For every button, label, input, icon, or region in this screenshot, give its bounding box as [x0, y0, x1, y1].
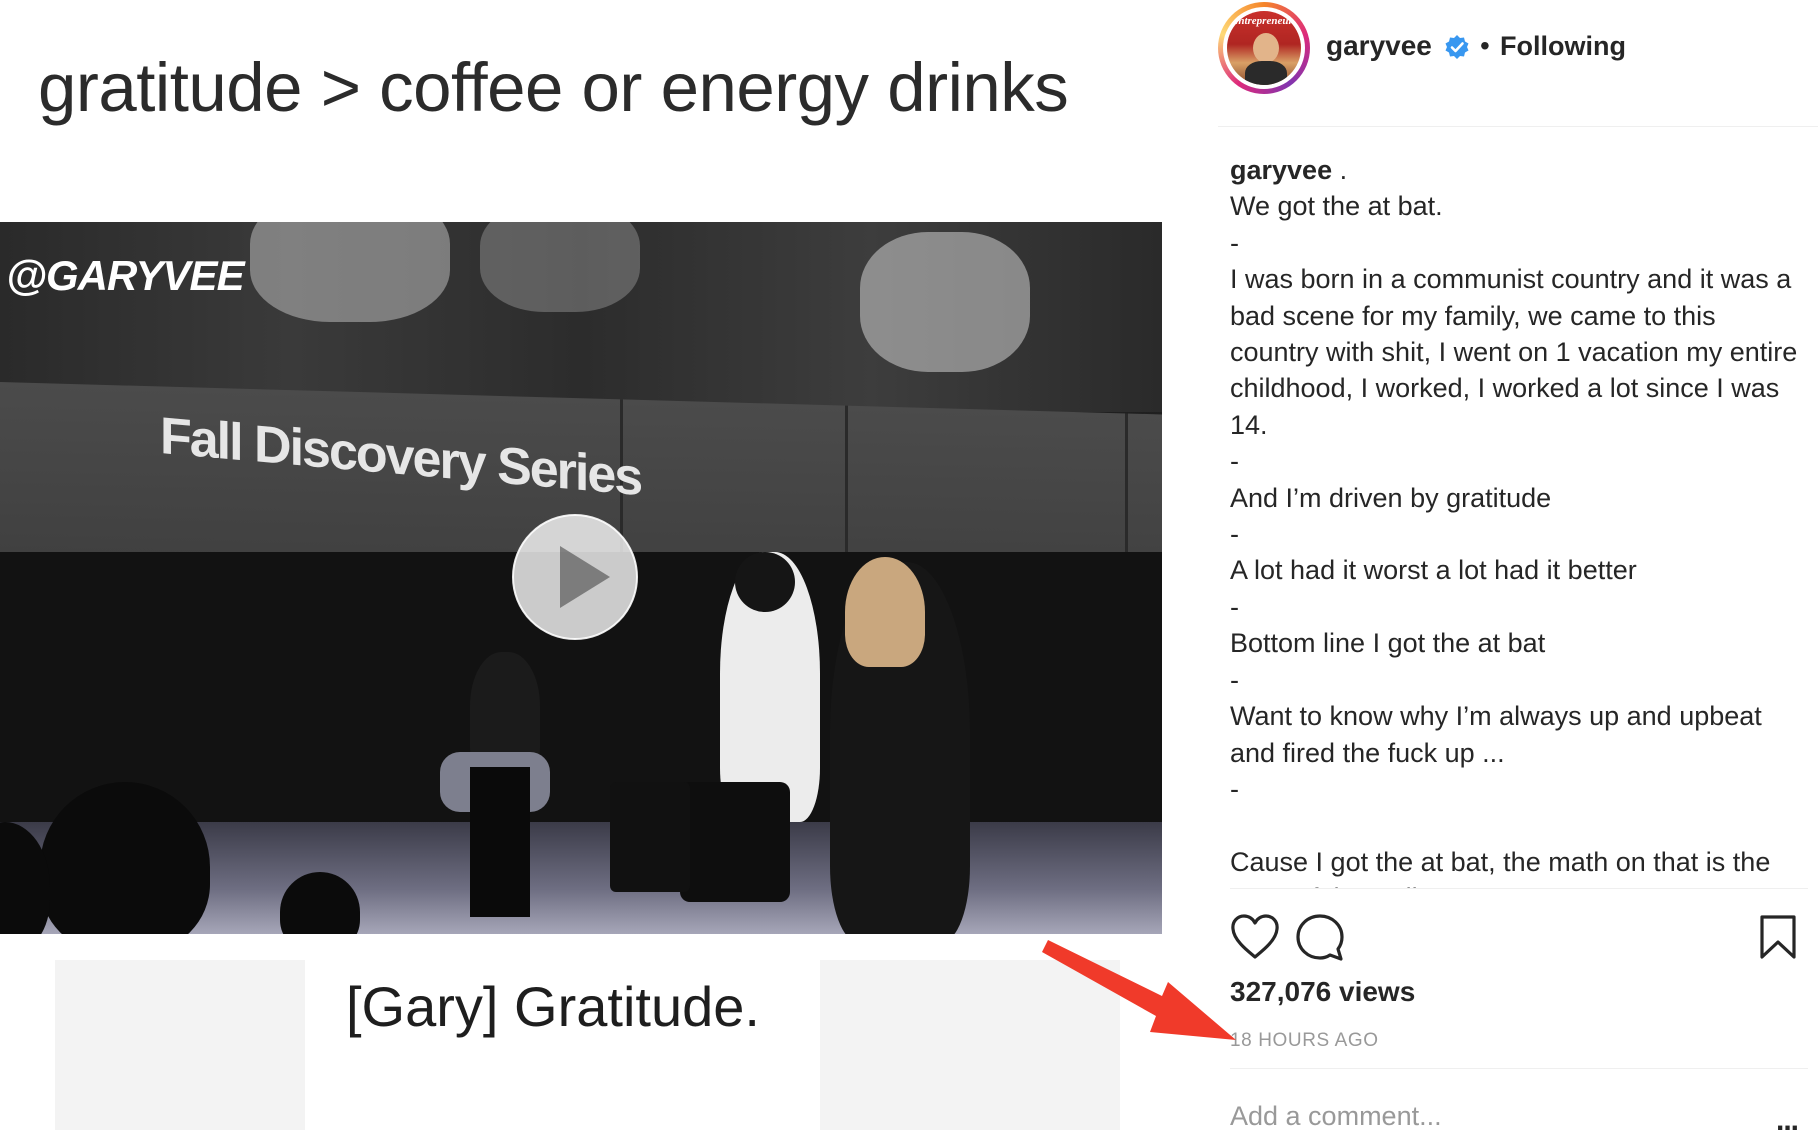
divider: [1230, 1068, 1808, 1069]
divider: [1230, 888, 1808, 889]
moderator-legs: [680, 782, 790, 902]
guest-hair: [845, 557, 925, 667]
header-separator: •: [1480, 30, 1490, 61]
stage-chair: [470, 767, 530, 917]
video-watermark: @GARYVEE: [6, 252, 245, 299]
caption-line: -: [1230, 591, 1239, 622]
moderator-head: [735, 552, 795, 612]
backdrop-figure: [250, 222, 450, 322]
caption-line: And I’m driven by gratitude: [1230, 482, 1552, 513]
avatar[interactable]: Entrepreneur: [1218, 2, 1310, 94]
caption-line: Bottom line I got the at bat: [1230, 628, 1546, 659]
caption-line: -: [1230, 446, 1239, 477]
post-header: Entrepreneur garyvee • Following: [1218, 0, 1818, 127]
bookmark-icon[interactable]: [1758, 914, 1798, 960]
comment-bubble-icon[interactable]: [1296, 914, 1344, 962]
caption-line: -: [1230, 519, 1239, 550]
side-table: [610, 782, 690, 892]
avatar-image: Entrepreneur: [1227, 11, 1301, 85]
backdrop-hand: [860, 232, 1030, 372]
post-details-panel: Entrepreneur garyvee • Following garyvee…: [1210, 0, 1820, 1138]
media-title-text: gratitude > coffee or energy drinks: [38, 49, 1069, 126]
caption-line: Want to know why I’m always up and upbea…: [1230, 701, 1770, 768]
caption-line: -: [1230, 227, 1239, 258]
backdrop-screen: [0, 222, 1162, 412]
header-username-link[interactable]: garyvee: [1326, 30, 1432, 62]
post-caption: garyvee . We got the at bat. - I was bor…: [1230, 152, 1806, 888]
view-count[interactable]: 327,076 views: [1230, 976, 1415, 1008]
caption-username-link[interactable]: garyvee: [1230, 155, 1332, 185]
caption-line: -: [1230, 664, 1239, 695]
faded-background-graphic: [55, 960, 305, 1130]
media-caption-text: [Gary] Gratitude.: [346, 975, 760, 1038]
caption-line: We got the at bat.: [1230, 191, 1443, 222]
caption-line: A lot had it worst a lot had it better: [1230, 555, 1637, 586]
backdrop-figure: [480, 222, 640, 312]
post-media: gratitude > coffee or energy drinks Fall…: [0, 0, 1210, 1138]
comment-input[interactable]: [1230, 1098, 1750, 1134]
caption-line: Cause I got the at bat, the math on that…: [1230, 846, 1771, 888]
caption-line: -: [1230, 773, 1239, 804]
avatar-magazine-text: Entrepreneur: [1231, 15, 1293, 27]
post-timestamp[interactable]: 18 HOURS AGO: [1230, 1030, 1379, 1052]
more-options-button[interactable]: ...: [1776, 1104, 1799, 1138]
caption-line: [1230, 807, 1806, 843]
play-icon[interactable]: [510, 512, 640, 642]
caption-line: I was born in a communist country and it…: [1230, 264, 1805, 440]
caption-header-line: garyvee .: [1230, 152, 1806, 188]
caption-username-suffix: .: [1332, 155, 1348, 185]
heart-icon[interactable]: [1230, 914, 1280, 960]
video-player[interactable]: Fall Discovery Series @GARYVEE: [0, 222, 1162, 934]
instagram-post-view: gratitude > coffee or energy drinks Fall…: [0, 0, 1820, 1138]
faded-background-graphic: [820, 960, 1120, 1130]
following-button[interactable]: Following: [1500, 31, 1626, 62]
verified-badge-icon: [1445, 35, 1469, 59]
